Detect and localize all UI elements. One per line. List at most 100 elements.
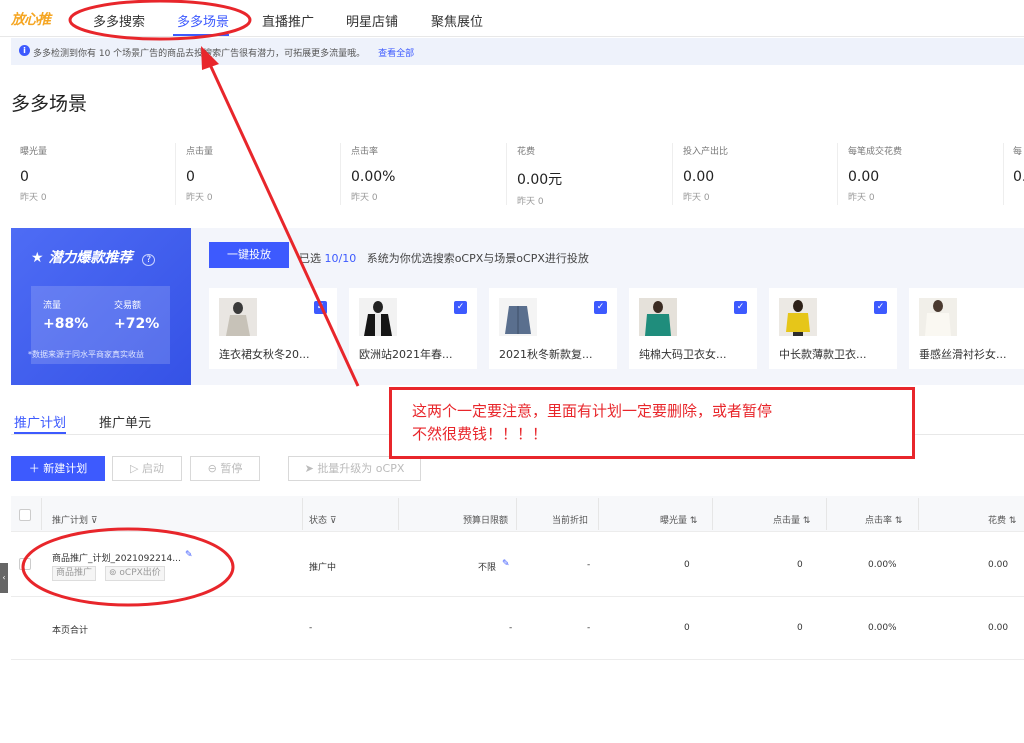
th-ctr-label: 点击率 [865,516,893,526]
th-clicks[interactable]: 点击量 ⇅ [773,513,810,526]
row-divider [11,659,1024,660]
tag-ocpx: ⊚ oCPX出价 [105,566,165,581]
potential-hot-panel: ★ 潜力爆款推荐 ? 流量 +88% 交易额 +72% [11,228,191,385]
product-name: 欧洲站2021年春... [359,348,453,361]
row-clicks: 0 [797,560,803,570]
product-card[interactable]: ✓ 中长款薄款卫衣... [769,288,897,369]
metric-sub: 昨天 0 [848,193,875,203]
tab-star-store[interactable]: 明星店铺 [346,11,398,30]
star-icon: ★ [31,250,44,266]
product-checkbox[interactable]: ✓ [314,301,327,314]
sort-icon: ⇅ [802,516,811,526]
batch-upgrade-button[interactable]: ➤ 批量升级为 oCPX [288,456,421,481]
notice-view-all-link[interactable]: 查看全部 [378,49,414,59]
product-checkbox[interactable]: ✓ [594,301,607,314]
metric-sub: 昨天 0 [186,193,213,203]
product-checkbox[interactable]: ✓ [874,301,887,314]
metric-label: 投入产出比 [683,147,729,157]
batch-upgrade-label: 批量升级为 oCPX [317,462,405,475]
logo: 放心推 [11,12,51,28]
product-card[interactable]: ✓ 纯棉大码卫衣女... [629,288,757,369]
rec-title: ★ 潜力爆款推荐 ? [31,247,156,267]
annotation-line-1: 这两个一定要注意，里面有计划一定要删除，或者暂停 [412,402,773,420]
product-thumbnail [779,298,817,336]
metric-truncated: 每 0. [1013,144,1024,185]
metric-label: 曝光量 [20,147,48,157]
row-status: 推广中 [309,563,337,573]
selected-prefix: 已选 [299,252,321,265]
th-ctr[interactable]: 点击率 ⇅ [865,513,902,526]
row-divider [11,596,1024,597]
play-icon: ▷ [130,462,139,475]
metric-label: 每笔成交花费 [848,147,903,157]
product-thumbnail [919,298,957,336]
product-card[interactable]: ✓ 欧洲站2021年春... [349,288,477,369]
tab-promotion-plan[interactable]: 推广计划 [14,412,66,431]
tab-live-promotion[interactable]: 直播推广 [262,11,314,30]
metric-label: 点击量 [186,147,214,157]
send-icon: ➤ [304,462,314,475]
help-icon[interactable]: ? [142,254,156,266]
metric-label: 花费 [517,147,536,157]
one-click-launch-button[interactable]: 一键投放 [209,242,289,268]
collapse-handle[interactable]: ‹ [0,563,8,593]
ocpx-icon: ⊚ [109,568,117,578]
product-thumbnail [639,298,677,336]
filter-icon: ⊽ [90,516,98,526]
edit-budget-icon[interactable]: ✎ [502,559,510,569]
th-plan[interactable]: 推广计划 ⊽ [52,513,97,526]
product-card[interactable]: ✓ 连衣裙女秋冬20... [209,288,337,369]
selected-desc: 系统为你优选搜索oCPX与场景oCPX进行投放 [366,252,589,265]
product-card[interactable]: 垂感丝滑衬衫女... [909,288,1024,369]
metric-value: 0.00 [683,169,715,185]
th-divider [598,498,599,530]
start-button[interactable]: ▷ 启动 [112,456,182,481]
tab-duoduo-search[interactable]: 多多搜索 [93,11,145,30]
new-plan-button[interactable]: ＋ 新建计划 [11,456,105,481]
metric-sub: 昨天 0 [20,193,47,203]
tab-duoduo-scene[interactable]: 多多场景 [177,11,229,30]
sort-icon: ⇅ [894,516,903,526]
metric-value: 0.00元 [517,172,563,188]
stat-value-traffic: +88% [43,316,89,332]
metric-label: 点击率 [351,147,379,157]
metric-divider [837,143,838,205]
product-card[interactable]: ✓ 2021秋冬新款复... [489,288,617,369]
total-status: - [309,623,313,633]
th-impressions[interactable]: 曝光量 ⇅ [660,513,697,526]
plan-name-link[interactable]: 商品推广_计划_2021092214... [52,551,181,564]
metric-divider [1003,143,1004,205]
edit-icon[interactable]: ✎ [185,550,193,560]
th-spend[interactable]: 花费 ⇅ [988,513,1016,526]
th-divider [41,498,42,530]
tab-promotion-unit[interactable]: 推广单元 [99,412,151,431]
th-divider [918,498,919,530]
total-discount: - [587,623,591,633]
product-thumbnail [359,298,397,336]
th-divider [398,498,399,530]
metric-value: 0.00 [848,169,880,185]
metric-divider [672,143,673,205]
tab-focus-booth[interactable]: 聚焦展位 [431,11,483,30]
product-checkbox[interactable]: ✓ [454,301,467,314]
total-ctr: 0.00% [868,623,897,633]
rec-title-text: 潜力爆款推荐 [48,250,133,266]
select-all-checkbox[interactable] [19,509,31,521]
page-title: 多多场景 [11,93,88,115]
metric-clicks: 点击量 0 昨天 0 [186,144,351,203]
pause-label: 暂停 [220,462,243,475]
th-divider [712,498,713,530]
th-status[interactable]: 状态 ⊽ [309,513,336,526]
product-checkbox[interactable]: ✓ [734,301,747,314]
th-clicks-label: 点击量 [773,516,801,526]
row-spend: 0.00 [988,560,1009,570]
tag-ocpx-label: oCPX出价 [119,568,161,578]
annotation-text: 这两个一定要注意，里面有计划一定要删除，或者暂停 不然很费钱！！！！ [412,400,772,446]
row-checkbox[interactable] [19,558,31,570]
active-tab-indicator [173,34,229,36]
total-clicks: 0 [797,623,803,633]
pause-button[interactable]: ⊖ 暂停 [190,456,260,481]
metric-sub: 昨天 0 [351,193,378,203]
th-divider [516,498,517,530]
th-impressions-label: 曝光量 [660,516,688,526]
